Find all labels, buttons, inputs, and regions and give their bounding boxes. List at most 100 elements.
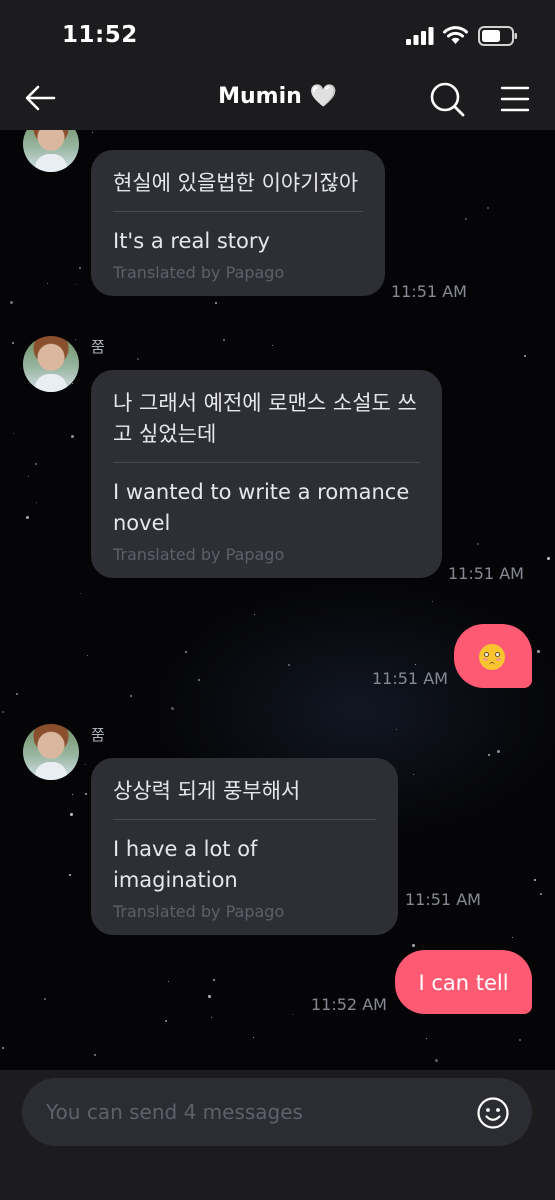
star-dot (168, 981, 169, 982)
received-message-bubble[interactable]: 나 그래서 예전에 로맨스 소설도 쓰고 싶었는데 I wanted to wr… (91, 370, 442, 578)
star-dot (70, 813, 73, 816)
message-timestamp: 11:51 AM (372, 669, 448, 688)
star-dot (87, 655, 88, 656)
message-input-placeholder: You can send 4 messages (46, 1100, 303, 1124)
message-korean-text: 상상력 되게 풍부해서 (113, 779, 301, 803)
message-korean-text: 나 그래서 예전에 로맨스 소설도 쓰고 싶었는데 (113, 391, 417, 446)
hamburger-menu-icon[interactable] (498, 82, 532, 116)
sent-message-bubble[interactable]: I can tell (395, 950, 532, 1014)
star-dot (185, 651, 187, 653)
star-dot (92, 132, 93, 133)
star-dot (137, 358, 139, 360)
star-dot (13, 433, 14, 434)
battery-icon (478, 26, 517, 46)
sent-message-bubble[interactable] (454, 624, 532, 688)
cellular-signal-icon (406, 27, 434, 45)
star-dot (28, 476, 29, 477)
star-dot (211, 1017, 212, 1018)
chat-title: Mumin 🤍 (218, 84, 337, 109)
star-dot (540, 893, 542, 895)
star-dot (71, 435, 74, 438)
star-dot (223, 339, 225, 341)
star-dot (412, 944, 415, 947)
star-dot (396, 729, 397, 730)
star-dot (80, 593, 81, 594)
star-dot (432, 601, 433, 602)
star-dot (547, 557, 550, 560)
star-dot (477, 543, 479, 545)
message-timestamp: 11:51 AM (405, 890, 481, 909)
chat-message-area[interactable]: 현실에 있을법한 이야기잖아 It's a real story Transla… (0, 130, 555, 1070)
status-time: 11:52 (62, 22, 138, 48)
star-dot (130, 695, 132, 697)
contact-avatar[interactable] (23, 130, 79, 172)
translated-by-label: Translated by Papago (113, 902, 285, 921)
star-dot (72, 794, 73, 795)
contact-avatar[interactable] (23, 724, 79, 780)
star-dot (2, 711, 4, 713)
message-korean-text: 현실에 있을법한 이야기잖아 (113, 171, 359, 195)
star-dot (497, 750, 500, 753)
star-dot (292, 1014, 293, 1015)
sender-name: 쭘 (91, 338, 105, 356)
star-dot (85, 764, 86, 765)
message-timestamp: 11:51 AM (391, 282, 467, 301)
star-dot (47, 283, 48, 284)
status-bar: 11:52 (0, 0, 555, 70)
star-dot (75, 339, 76, 340)
star-dot (171, 707, 174, 710)
star-dot (254, 614, 255, 615)
flushed-face-icon (479, 644, 505, 670)
star-dot (36, 502, 37, 503)
star-dot (512, 937, 513, 938)
star-dot (488, 754, 490, 756)
star-dot (465, 218, 467, 220)
message-translation-text: I have a lot of imagination (113, 837, 258, 892)
star-dot (2, 1047, 4, 1049)
star-dot (435, 1059, 438, 1062)
star-dot (69, 874, 71, 876)
star-dot (208, 995, 211, 998)
star-dot (215, 302, 217, 304)
star-dot (75, 284, 76, 285)
star-dot (213, 979, 215, 981)
star-dot (487, 207, 489, 209)
star-dot (198, 679, 200, 681)
star-dot (35, 463, 37, 465)
star-dot (79, 267, 81, 269)
star-dot (519, 1039, 521, 1041)
contact-avatar[interactable] (23, 336, 79, 392)
star-dot (44, 998, 46, 1000)
star-dot (72, 383, 73, 384)
star-dot (413, 774, 414, 775)
star-dot (94, 1054, 96, 1056)
star-dot (426, 1038, 427, 1039)
message-composer: You can send 4 messages (0, 1070, 555, 1200)
star-dot (288, 664, 290, 666)
sender-name: 쭘 (91, 726, 105, 744)
received-message-bubble[interactable]: 상상력 되게 풍부해서 I have a lot of imagination … (91, 758, 398, 935)
sent-message-text: I can tell (418, 971, 509, 995)
message-timestamp: 11:52 AM (311, 995, 387, 1014)
message-input[interactable]: You can send 4 messages (22, 1078, 532, 1146)
star-dot (415, 664, 416, 665)
translated-by-label: Translated by Papago (113, 263, 285, 282)
wifi-icon (443, 26, 468, 44)
search-icon[interactable] (428, 80, 466, 118)
star-dot (537, 650, 540, 653)
star-dot (10, 301, 13, 304)
star-dot (26, 516, 29, 519)
received-message-bubble[interactable]: 현실에 있을법한 이야기잖아 It's a real story Transla… (91, 150, 385, 296)
star-dot (85, 793, 87, 795)
chat-header: Mumin 🤍 (0, 70, 555, 130)
translated-by-label: Translated by Papago (113, 545, 285, 564)
star-dot (165, 1020, 167, 1022)
star-dot (253, 1037, 254, 1038)
smiley-face-icon[interactable] (476, 1096, 510, 1130)
star-dot (534, 879, 536, 881)
star-dot (524, 355, 526, 357)
message-timestamp: 11:51 AM (448, 564, 524, 583)
message-translation-text: It's a real story (113, 229, 270, 253)
star-dot (16, 693, 18, 695)
star-dot (12, 342, 14, 344)
